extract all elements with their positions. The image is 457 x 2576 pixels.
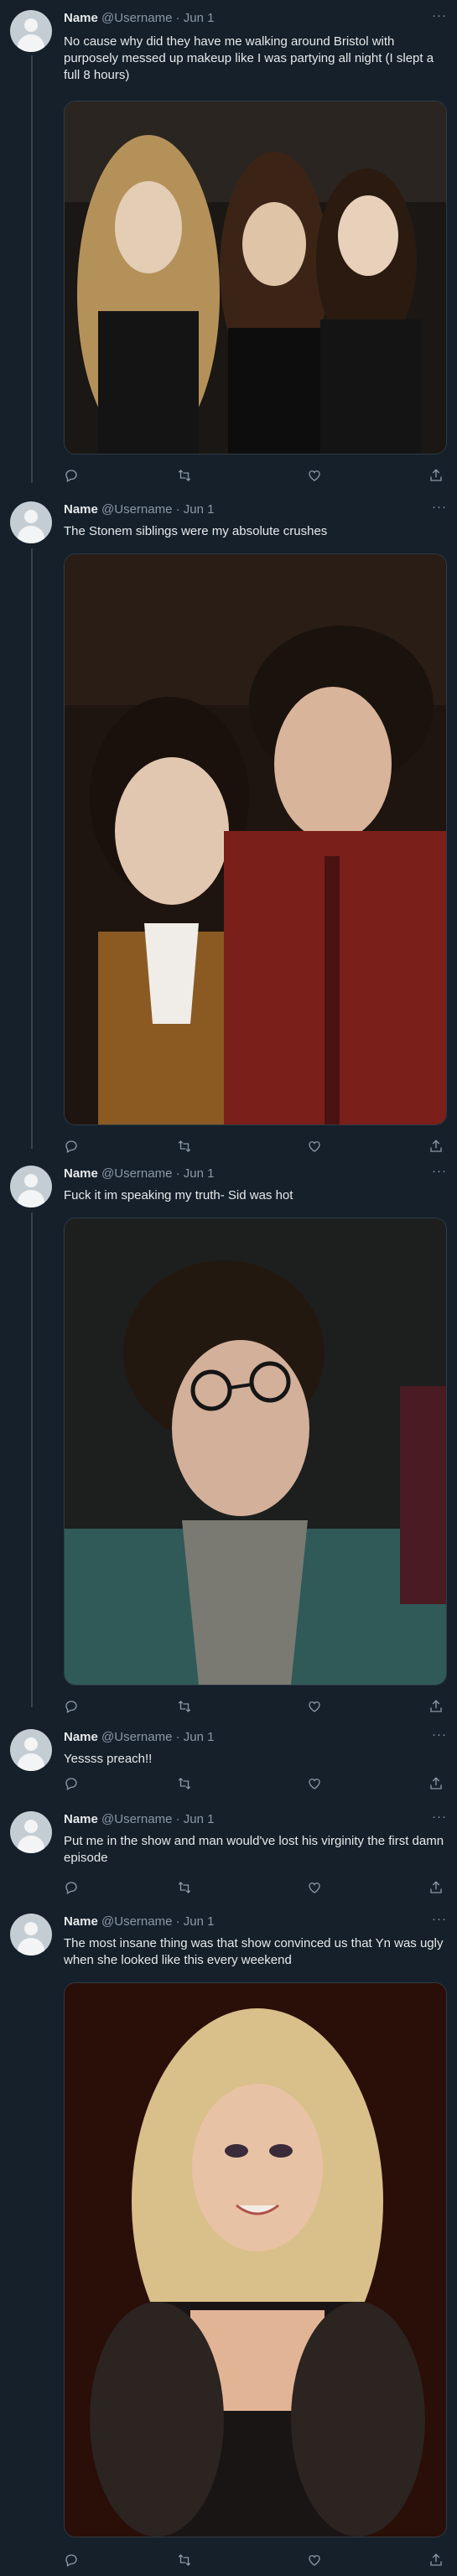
avatar-placeholder-icon: [24, 1737, 38, 1751]
tweet-actions: [64, 1699, 445, 1716]
tweet-header: Name @Username · Jun 1: [64, 1166, 215, 1182]
more-icon[interactable]: ···: [432, 1164, 447, 1178]
retweet-icon[interactable]: [177, 1139, 194, 1156]
share-icon[interactable]: [428, 1699, 445, 1716]
tweet-media[interactable]: [64, 101, 447, 454]
separator: ·: [175, 502, 180, 517]
avatar[interactable]: [10, 1729, 52, 1771]
avatar-placeholder-icon: [24, 1820, 38, 1833]
tweet-media[interactable]: [64, 553, 447, 1125]
reply-icon[interactable]: [64, 1139, 80, 1156]
share-icon[interactable]: [428, 1776, 445, 1793]
share-icon[interactable]: [428, 1139, 445, 1156]
username[interactable]: @Username: [101, 1812, 172, 1826]
reply-icon[interactable]: [64, 2553, 80, 2569]
separator: ·: [175, 1166, 180, 1181]
avatar-placeholder-icon: [24, 1922, 38, 1935]
display-name[interactable]: Name: [64, 1914, 98, 1929]
photo-three-girls: [65, 101, 446, 454]
photo-blonde: [65, 1983, 446, 2537]
separator: ·: [175, 1730, 180, 1744]
retweet-icon[interactable]: [177, 1776, 194, 1793]
username[interactable]: @Username: [101, 1914, 172, 1929]
like-icon[interactable]: [307, 468, 324, 485]
share-icon[interactable]: [428, 1880, 445, 1897]
like-icon[interactable]: [307, 1699, 324, 1716]
tweet-header: Name @Username · Jun 1: [64, 501, 215, 518]
username[interactable]: @Username: [101, 1730, 172, 1744]
tweet-header: Name @Username · Jun 1: [64, 1914, 215, 1930]
more-icon[interactable]: ···: [432, 1810, 447, 1824]
avatar[interactable]: [10, 1914, 52, 1955]
retweet-icon[interactable]: [177, 468, 194, 485]
retweet-icon[interactable]: [177, 1699, 194, 1716]
more-icon[interactable]: ···: [432, 8, 447, 23]
username[interactable]: @Username: [101, 502, 172, 517]
like-icon[interactable]: [307, 1776, 324, 1793]
timestamp[interactable]: Jun 1: [184, 11, 215, 25]
thread-line: [31, 1213, 33, 1707]
display-name[interactable]: Name: [64, 1812, 98, 1826]
avatar[interactable]: [10, 1166, 52, 1208]
tweet-header: Name @Username · Jun 1: [64, 10, 215, 27]
retweet-icon[interactable]: [177, 1880, 194, 1897]
separator: ·: [175, 1812, 180, 1826]
thread-line: [31, 55, 33, 483]
like-icon[interactable]: [307, 2553, 324, 2569]
tweet-media[interactable]: [64, 1218, 447, 1685]
tweet-text: Put me in the show and man would've lost…: [64, 1834, 444, 1865]
display-name[interactable]: Name: [64, 502, 98, 517]
like-icon[interactable]: [307, 1880, 324, 1897]
more-icon[interactable]: ···: [432, 1912, 447, 1926]
timestamp[interactable]: Jun 1: [184, 1730, 215, 1744]
avatar[interactable]: [10, 10, 52, 52]
tweet-text: Fuck it im speaking my truth- Sid was ho…: [64, 1188, 293, 1202]
like-icon[interactable]: [307, 1139, 324, 1156]
username[interactable]: @Username: [101, 11, 172, 25]
tweet-text: No cause why did they have me walking ar…: [64, 34, 434, 82]
tweet-media[interactable]: [64, 1982, 447, 2537]
display-name[interactable]: Name: [64, 1166, 98, 1181]
reply-icon[interactable]: [64, 1699, 80, 1716]
timestamp[interactable]: Jun 1: [184, 1914, 215, 1929]
avatar[interactable]: [10, 1811, 52, 1853]
tweet-header: Name @Username · Jun 1: [64, 1811, 215, 1828]
thread-line: [31, 548, 33, 1149]
separator: ·: [175, 11, 180, 25]
share-icon[interactable]: [428, 2553, 445, 2569]
display-name[interactable]: Name: [64, 11, 98, 25]
avatar[interactable]: [10, 501, 52, 543]
more-icon[interactable]: ···: [432, 1727, 447, 1742]
username[interactable]: @Username: [101, 1166, 172, 1181]
timestamp[interactable]: Jun 1: [184, 1166, 215, 1181]
timestamp[interactable]: Jun 1: [184, 1812, 215, 1826]
tweet-actions: [64, 1880, 445, 1897]
avatar-placeholder-icon: [24, 1174, 38, 1187]
reply-icon[interactable]: [64, 1776, 80, 1793]
tweet-header: Name @Username · Jun 1: [64, 1729, 215, 1746]
avatar-placeholder-icon: [24, 18, 38, 32]
reply-icon[interactable]: [64, 1880, 80, 1897]
reply-icon[interactable]: [64, 468, 80, 485]
share-icon[interactable]: [428, 468, 445, 485]
separator: ·: [175, 1914, 180, 1929]
more-icon[interactable]: ···: [432, 500, 447, 514]
tweet-text: The Stonem siblings were my absolute cru…: [64, 524, 328, 538]
tweet-actions: [64, 2553, 445, 2569]
tweet-actions: [64, 468, 445, 485]
display-name[interactable]: Name: [64, 1730, 98, 1744]
avatar-placeholder-icon: [24, 510, 38, 523]
tweet-text: Yessss preach!!: [64, 1752, 153, 1766]
photo-siblings: [65, 554, 446, 1124]
tweet-text: The most insane thing was that show conv…: [64, 1936, 444, 1967]
tweet-actions: [64, 1139, 445, 1156]
tweet-actions: [64, 1776, 445, 1793]
photo-sid: [65, 1218, 446, 1685]
retweet-icon[interactable]: [177, 2553, 194, 2569]
timestamp[interactable]: Jun 1: [184, 502, 215, 517]
